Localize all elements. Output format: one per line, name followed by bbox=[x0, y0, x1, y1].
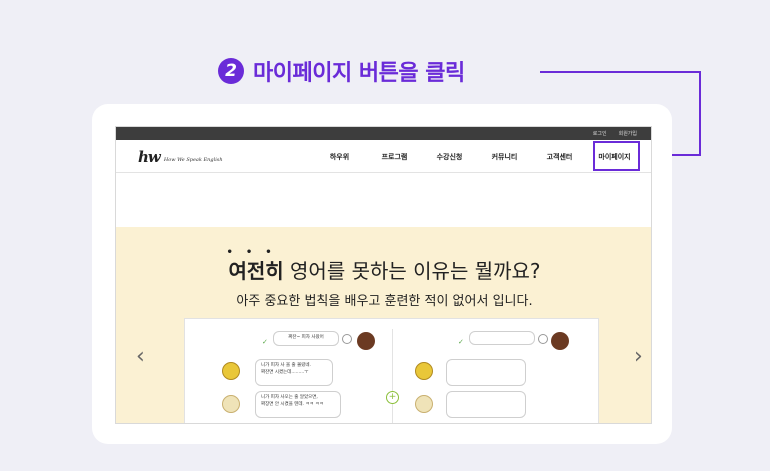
chat-bubble-empty bbox=[446, 359, 526, 386]
callout-connector-line bbox=[699, 71, 701, 155]
plus-icon: + bbox=[386, 391, 399, 404]
menu-item-community[interactable]: 커뮤니티 bbox=[477, 152, 532, 162]
emphasis-dots: ••• bbox=[226, 247, 285, 258]
check-icon: ✓ bbox=[458, 338, 464, 346]
carousel-next-icon[interactable]: › bbox=[634, 344, 643, 369]
menu-item-support[interactable]: 고객센터 bbox=[532, 152, 587, 162]
neutral-face-icon bbox=[538, 334, 548, 344]
hero-banner: ••• 여전히 영어를 못하는 이유는 뭘까요? 아주 중요한 법칙을 배우고 훈… bbox=[116, 227, 651, 423]
menu-item-howwe[interactable]: 하우위 bbox=[312, 152, 367, 162]
website-screenshot: 로그인 회원가입 hw How We Speak English 하우위 프로그… bbox=[115, 126, 652, 424]
step-number-badge: 2 bbox=[218, 58, 244, 84]
chat-demo-panel: + ✓ 짜잔~ 피자 사왔어 니가 피자 사 올 줄 몰랐네. 짜잔면 시켰는데… bbox=[184, 318, 599, 423]
signup-link[interactable]: 회원가입 bbox=[619, 130, 637, 137]
yellow-avatar bbox=[222, 362, 240, 380]
chat-bubble-empty bbox=[469, 331, 535, 345]
step-callout: 2 마이페이지 버튼을 클릭 bbox=[218, 55, 465, 87]
headline-emphasis: ••• 여전히 bbox=[226, 247, 285, 283]
logo-tagline: How We Speak English bbox=[163, 157, 223, 163]
beige-avatar bbox=[415, 395, 433, 413]
neutral-face-icon bbox=[342, 334, 352, 344]
banner-subline: 아주 중요한 법칙을 배우고 훈련한 적이 없어서 입니다. bbox=[236, 294, 533, 309]
chat-bubble: 짜잔~ 피자 사왔어 bbox=[273, 331, 339, 346]
yellow-avatar bbox=[415, 362, 433, 380]
chat-bubble-empty bbox=[446, 391, 526, 418]
callout-connector-line bbox=[540, 71, 700, 73]
carousel-prev-icon[interactable]: ‹ bbox=[136, 344, 145, 369]
menu-item-program[interactable]: 프로그램 bbox=[367, 152, 422, 162]
banner-headline: ••• 여전히 영어를 못하는 이유는 뭘까요? bbox=[116, 247, 651, 284]
step-instruction: 마이페이지 버튼을 클릭 bbox=[253, 61, 465, 86]
main-navigation: hw How We Speak English 하우위 프로그램 수강신청 커뮤… bbox=[116, 140, 651, 173]
dog-avatar bbox=[551, 332, 569, 350]
site-logo[interactable]: hw How We Speak English bbox=[138, 148, 223, 166]
login-link[interactable]: 로그인 bbox=[593, 130, 607, 137]
chat-bubble: 니가 피자 사오는 줄 알았으면, 짜장면 안 시켰을 텐데. ㅋㅋ ㅋㅋ bbox=[255, 391, 341, 418]
chat-bubble: 니가 피자 사 올 줄 몰랐네. 짜잔면 시켰는데.........ㅜ bbox=[255, 359, 333, 386]
check-icon: ✓ bbox=[262, 338, 268, 346]
logo-mark: hw bbox=[138, 148, 161, 166]
dog-avatar bbox=[357, 332, 375, 350]
beige-avatar bbox=[222, 395, 240, 413]
mypage-highlight-box bbox=[593, 141, 640, 171]
menu-item-enroll[interactable]: 수강신청 bbox=[422, 152, 477, 162]
headline-rest: 영어를 못하는 이유는 뭘까요? bbox=[283, 259, 541, 283]
top-utility-bar: 로그인 회원가입 bbox=[116, 127, 651, 140]
demo-divider bbox=[392, 329, 393, 423]
